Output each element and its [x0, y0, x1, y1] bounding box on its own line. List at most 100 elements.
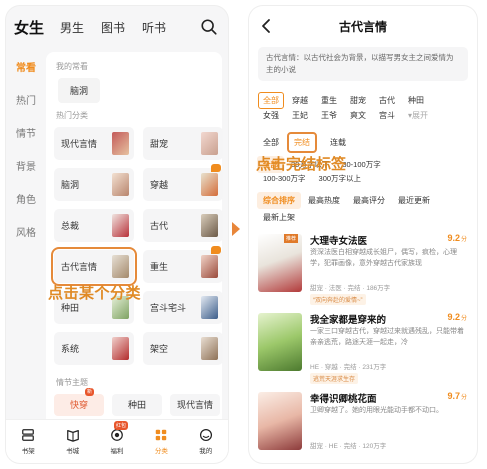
- tag-option[interactable]: 穿越: [292, 95, 308, 106]
- cover-image: [112, 255, 129, 278]
- tag-all[interactable]: 全部: [258, 92, 284, 109]
- category-card[interactable]: 现代言情: [54, 127, 134, 160]
- category-label: 宫斗宅斗: [150, 303, 187, 313]
- side-item-frequent[interactable]: 常看: [6, 52, 46, 85]
- sort-option[interactable]: 最新上架: [263, 212, 295, 223]
- book-score: 9.2分: [447, 233, 467, 243]
- cover-image: [201, 337, 218, 360]
- status-serial[interactable]: 连载: [330, 137, 346, 148]
- search-icon[interactable]: [200, 18, 218, 36]
- book-title: 大理寺女法医: [310, 236, 368, 247]
- sort-option[interactable]: 最高评分: [353, 195, 385, 206]
- topic-chip[interactable]: 现代言情: [170, 394, 220, 416]
- detail-header: 古代言情: [249, 16, 477, 38]
- red-packet-pill: 红包: [113, 421, 128, 430]
- book-list: 推荐 大理寺女法医 9.2分 资深法医白相穿越成长姐尸，偶写，疯检，心理学，犯罪…: [258, 232, 469, 463]
- book-cover: [258, 313, 302, 371]
- book-item[interactable]: 幸得识卿桃花面 9.7分 卫卿穿越了。她的用眼光能动手都不动口。 甜宠 · HE…: [258, 390, 469, 463]
- words-option[interactable]: 30-100万字: [342, 159, 380, 170]
- status-finished-button[interactable]: 完结: [287, 132, 317, 153]
- category-label: 系统: [61, 344, 80, 354]
- category-card[interactable]: 系统: [54, 332, 134, 365]
- nav-profile[interactable]: 我的: [188, 428, 224, 455]
- cover-image: [112, 173, 129, 196]
- status-all[interactable]: 全部: [263, 137, 279, 148]
- recommend-badge: 推荐: [284, 234, 299, 243]
- category-card[interactable]: 古代: [143, 209, 223, 242]
- nav-bookshelf[interactable]: 书架: [10, 428, 46, 455]
- book-item[interactable]: 推荐 大理寺女法医 9.2分 资深法医白相穿越成长姐尸，偶写，疯检，心理学，犯罪…: [258, 232, 469, 311]
- category-card-selected[interactable]: 古代言情: [51, 247, 137, 286]
- tag-option[interactable]: 王妃: [292, 110, 308, 121]
- tab-books[interactable]: 图书: [101, 19, 125, 36]
- book-item[interactable]: 我全家都是穿来的 9.2分 一家三口穿越古代，穿越过来就遇残乱，只能带着亲亲逃荒…: [258, 311, 469, 390]
- sort-option[interactable]: 最高热度: [308, 195, 340, 206]
- category-label: 现代言情: [61, 139, 98, 149]
- tab-audio[interactable]: 听书: [142, 19, 166, 36]
- category-label: 古代言情: [61, 262, 98, 272]
- sort-option[interactable]: 最近更新: [398, 195, 430, 206]
- side-item-hot[interactable]: 热门: [6, 85, 46, 118]
- book-score: 9.7分: [447, 391, 467, 401]
- category-label: 总裁: [61, 221, 80, 231]
- score-value: 9.7: [447, 391, 460, 401]
- tag-option[interactable]: 古代: [379, 95, 395, 106]
- tag-option[interactable]: 爽文: [350, 110, 366, 121]
- score-value: 9.2: [447, 312, 460, 322]
- book-title: 幸得识卿桃花面: [310, 394, 377, 405]
- annotation-right: 点击完结标签: [256, 156, 347, 173]
- category-screen: 女生 男生 图书 听书 常看 热门 情节 背景 角色 风格 我的 常看 脑洞 热门…: [6, 6, 228, 463]
- hot-category-grid: 现代言情 甜宠 脑洞 穿越 总裁 古代 古代言情 重生 种田 宫斗宅斗 系统 架…: [51, 127, 223, 365]
- topic-chip[interactable]: 快穿 新: [54, 388, 104, 416]
- tag-option[interactable]: 重生: [321, 95, 337, 106]
- hot-section-title: 热门分类: [56, 111, 88, 120]
- category-label: 甜宠: [150, 139, 169, 149]
- side-nav: 常看 热门 情节 背景 角色 风格: [6, 52, 46, 250]
- side-item-background[interactable]: 背景: [6, 151, 46, 184]
- score-unit: 分: [460, 395, 467, 401]
- nav-category[interactable]: 分类: [143, 428, 179, 455]
- tag-option[interactable]: 女强: [263, 110, 279, 121]
- tag-option[interactable]: 宫斗: [379, 110, 395, 121]
- book-description: 资深法医白相穿越成长姐尸，偶写，疯检，心理学，犯罪画像，意外穿越古代家族现: [310, 249, 457, 267]
- cover-image: [201, 214, 218, 237]
- nav-welfare[interactable]: 红包 福利: [99, 421, 135, 455]
- words-option[interactable]: 300万字以上: [319, 173, 362, 184]
- expand-button[interactable]: ▾展开: [408, 110, 428, 121]
- tag-filter-row-2: 女强 王妃 王爷 爽文 宫斗 ▾展开: [263, 110, 441, 121]
- hot-badge: [211, 246, 221, 254]
- category-card[interactable]: 重生: [143, 246, 223, 283]
- book-title: 我全家都是穿来的: [310, 315, 387, 326]
- category-card[interactable]: 架空: [143, 332, 223, 365]
- recent-chip[interactable]: 脑洞: [58, 78, 101, 103]
- side-item-plot[interactable]: 情节: [6, 118, 46, 151]
- words-option[interactable]: 100-300万字: [263, 173, 306, 184]
- nav-bookstore[interactable]: 书城: [55, 428, 91, 455]
- tab-female[interactable]: 女生: [14, 17, 44, 38]
- book-score: 9.2分: [447, 312, 467, 322]
- sort-comprehensive[interactable]: 综合排序: [257, 192, 301, 209]
- tag-option[interactable]: 种田: [408, 95, 424, 106]
- book-description: 卫卿穿越了。她的用眼光能动手都不动口。: [310, 407, 443, 414]
- tag-option[interactable]: 王爷: [321, 110, 337, 121]
- book-cover: 推荐: [258, 234, 302, 292]
- profile-icon: [199, 428, 212, 442]
- side-item-style[interactable]: 风格: [6, 217, 46, 250]
- cover-image: [201, 132, 218, 155]
- category-card[interactable]: 穿越: [143, 164, 223, 201]
- topic-chip[interactable]: 种田: [112, 394, 162, 416]
- gift-icon: [111, 429, 123, 441]
- category-card[interactable]: 总裁: [54, 209, 134, 242]
- category-card[interactable]: 脑洞: [54, 168, 134, 201]
- tag-option[interactable]: 甜宠: [350, 95, 366, 106]
- word-count-filter-row-2: 100-300万字 300万字以上: [263, 173, 374, 184]
- new-badge: 新: [84, 388, 94, 396]
- category-label: 穿越: [150, 180, 169, 190]
- side-item-role[interactable]: 角色: [6, 184, 46, 217]
- top-tabs: 女生 男生 图书 听书: [14, 16, 220, 38]
- category-detail-screen: 古代言情 古代言情：以古代社会为背景，以描写男女主之间爱情为主的小说 全部 穿越…: [249, 6, 477, 463]
- category-card[interactable]: 宫斗宅斗: [143, 291, 223, 324]
- tab-male[interactable]: 男生: [60, 19, 84, 36]
- back-arrow-icon[interactable]: [259, 18, 275, 34]
- category-card[interactable]: 甜宠: [143, 127, 223, 160]
